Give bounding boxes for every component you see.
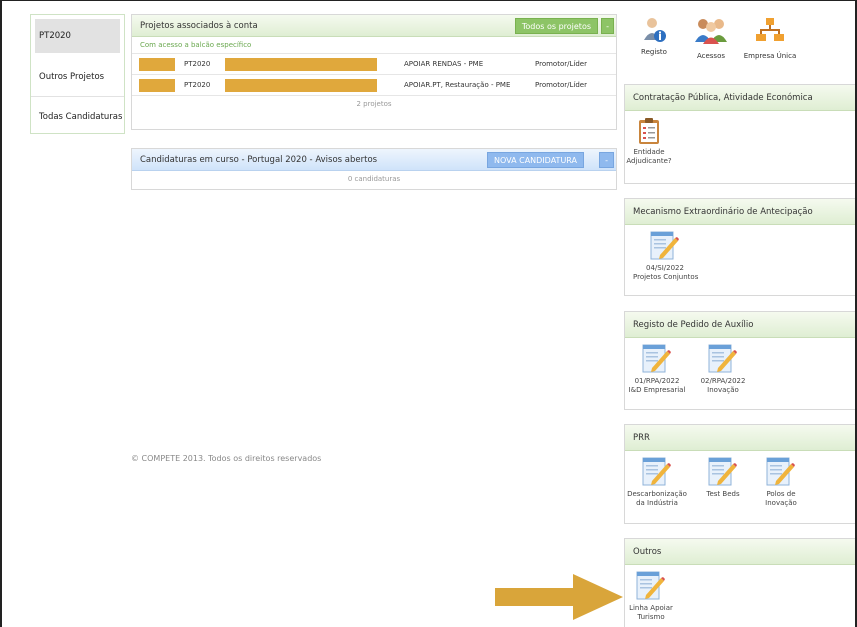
projects-panel-header: Projetos associados à conta Todos os pro… <box>132 15 616 37</box>
tile-test-beds[interactable]: Test Beds <box>691 457 755 499</box>
tile-label: I&D Empresarial <box>628 386 686 394</box>
project-row[interactable]: PT2020 APOIAR RENDAS - PME Promotor/Líde… <box>132 54 616 75</box>
tile-label: da Indústria <box>636 499 678 507</box>
mecanismo-panel: Mecanismo Extraordinário de Antecipação … <box>624 198 856 296</box>
project-row[interactable]: PT2020 APOIAR.PT, Restauração - PME Prom… <box>132 75 616 96</box>
edit-form-icon <box>636 571 665 600</box>
registo-icon <box>644 18 666 42</box>
redacted-block <box>225 58 377 71</box>
tile-label: Turismo <box>637 613 665 621</box>
registo-pedido-panel-title: Registo de Pedido de Auxílio <box>625 312 855 338</box>
redacted-block <box>139 79 175 92</box>
applications-panel: Candidaturas em curso - Portugal 2020 - … <box>131 148 617 190</box>
applications-collapse-button[interactable]: - <box>599 152 614 168</box>
project-code: PT2020 <box>184 81 211 89</box>
applications-panel-title: Candidaturas em curso - Portugal 2020 - … <box>140 155 378 165</box>
prr-panel: PRR Descarbonização da Indústria Test Be… <box>624 424 856 524</box>
edit-form-icon <box>650 231 679 260</box>
empresa-unica-label: Empresa Única <box>743 52 797 60</box>
tile-label: Inovação <box>707 386 739 394</box>
applications-panel-header: Candidaturas em curso - Portugal 2020 - … <box>132 149 616 171</box>
edit-form-icon <box>708 344 737 373</box>
project-code: PT2020 <box>184 60 211 68</box>
tile-label: 02/RPA/2022 <box>700 377 746 385</box>
empresa-unica-icon <box>756 18 784 41</box>
tile-linha-apoiar-turismo[interactable]: Linha Apoiar Turismo <box>619 571 683 622</box>
acessos-icon <box>695 19 727 44</box>
tile-entidade-adjudicante[interactable]: Entidade Adjudicante? <box>617 117 681 166</box>
tile-polos-inovacao[interactable]: Polos de Inovação <box>749 457 813 508</box>
prr-panel-title: PRR <box>625 425 855 451</box>
nav-item-pt2020[interactable]: PT2020 <box>35 19 120 53</box>
applications-count: 0 candidaturas <box>347 175 401 183</box>
tile-label: Inovação <box>765 499 797 507</box>
tile-02-rpa-2022[interactable]: 02/RPA/2022 Inovação <box>691 344 755 395</box>
project-role: Promotor/Líder <box>535 81 587 89</box>
acessos-label: Acessos <box>696 52 726 60</box>
redacted-block <box>225 79 377 92</box>
registo-label: Registo <box>641 48 667 56</box>
tile-label: 04/SI/2022 <box>646 264 684 272</box>
projects-count: 2 projetos <box>356 100 392 108</box>
tile-label: 01/RPA/2022 <box>634 377 680 385</box>
project-measure: APOIAR RENDAS - PME <box>404 60 484 68</box>
edit-form-icon <box>642 344 671 373</box>
empresa-unica-link[interactable]: Empresa Única <box>742 16 798 60</box>
pointer-arrow-icon <box>495 574 623 620</box>
projects-subtitle: Com acesso a balcão específico <box>132 37 616 54</box>
outros-panel: Outros Linha Apoiar Turismo <box>624 538 856 627</box>
acessos-link[interactable]: Acessos <box>686 16 736 60</box>
tile-01-rpa-2022[interactable]: 01/RPA/2022 I&D Empresarial <box>625 344 689 395</box>
top-icons: Registo Acessos Empresa Única <box>628 14 857 70</box>
projects-panel: Projetos associados à conta Todos os pro… <box>131 14 617 130</box>
footer-copyright: © COMPETE 2013. Todos os direitos reserv… <box>131 454 322 463</box>
contratacao-panel-title: Contratação Pública, Atividade Económica <box>625 85 855 111</box>
tile-descarbonizacao[interactable]: Descarbonização da Indústria <box>625 457 689 508</box>
projects-panel-title: Projetos associados à conta <box>140 21 258 31</box>
mecanismo-panel-title: Mecanismo Extraordinário de Antecipação <box>625 199 855 225</box>
nav-item-outros-projetos[interactable]: Outros Projetos <box>31 57 124 97</box>
tile-label: Entidade <box>633 148 665 156</box>
new-application-button[interactable]: NOVA CANDIDATURA <box>487 152 584 168</box>
projects-collapse-button[interactable]: - <box>601 18 614 34</box>
edit-form-icon <box>766 457 795 486</box>
registo-link[interactable]: Registo <box>634 16 674 56</box>
contratacao-panel: Contratação Pública, Atividade Económica… <box>624 84 856 184</box>
outros-panel-title: Outros <box>625 539 855 565</box>
project-role: Promotor/Líder <box>535 60 587 68</box>
edit-form-icon <box>708 457 737 486</box>
registo-pedido-panel: Registo de Pedido de Auxílio 01/RPA/2022… <box>624 311 856 410</box>
tile-label: Test Beds <box>706 490 740 498</box>
tile-label: Linha Apoiar <box>629 604 673 612</box>
redacted-block <box>139 58 175 71</box>
clipboard-icon <box>639 118 659 144</box>
project-measure: APOIAR.PT, Restauração - PME <box>404 81 511 89</box>
left-nav: PT2020 Outros Projetos Todas Candidatura… <box>30 14 125 134</box>
tile-label: Adjudicante? <box>626 157 672 165</box>
tile-label: Polos de <box>766 490 796 498</box>
tile-04-si-2022[interactable]: 04/SI/2022 Projetos Conjuntos <box>633 231 699 282</box>
tile-label: Descarbonização <box>627 490 687 498</box>
tile-label: Projetos Conjuntos <box>633 273 699 281</box>
all-projects-button[interactable]: Todos os projetos <box>514 18 598 34</box>
nav-item-todas-candidaturas[interactable]: Todas Candidaturas <box>31 97 124 137</box>
edit-form-icon <box>642 457 671 486</box>
